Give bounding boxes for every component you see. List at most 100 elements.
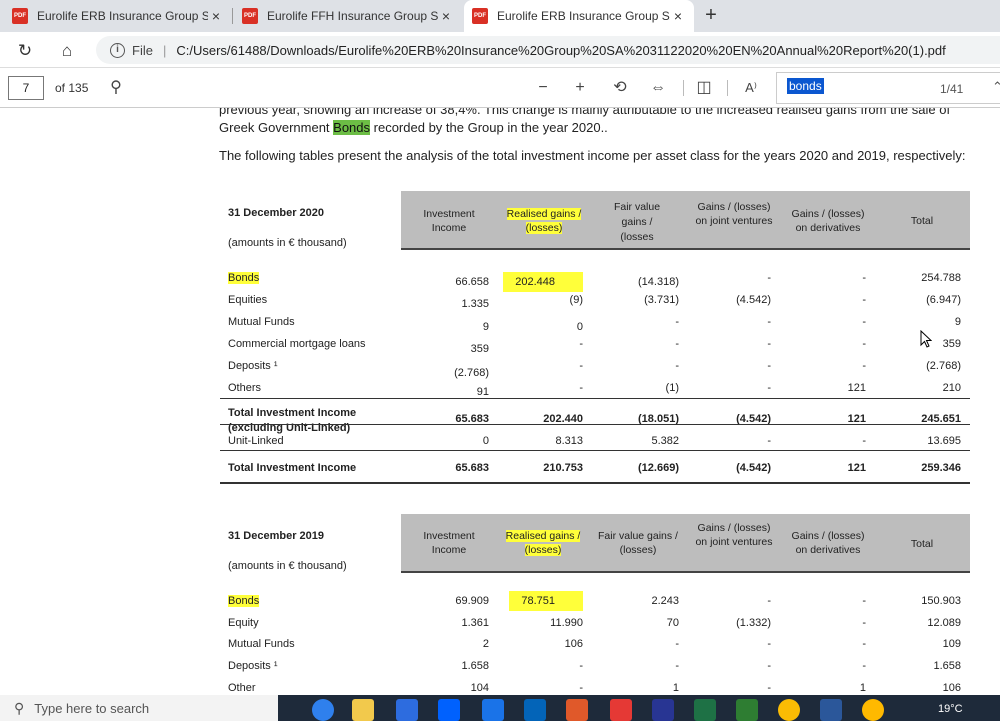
taskbar-search[interactable]: ⚲ Type here to search bbox=[0, 695, 278, 721]
table-cell: 1.658 bbox=[933, 660, 961, 672]
table-cell: (14.318) bbox=[638, 276, 679, 288]
table-cell: - bbox=[767, 382, 771, 394]
page-view-icon[interactable]: ◫ bbox=[694, 78, 714, 98]
table-cell: 69.909 bbox=[455, 595, 489, 607]
pdf-toolbar: 7 of 135 ⚲ − + ⟲ ⇔ ◫ A⁾ bonds 1/41 ⌃ bbox=[0, 68, 1000, 108]
table-cell: 106 bbox=[943, 682, 961, 694]
outlook-icon[interactable] bbox=[524, 699, 546, 721]
cell-value: 1 bbox=[859, 682, 866, 694]
cell-value: (2.768) bbox=[454, 367, 489, 379]
cell-value: - bbox=[862, 316, 866, 328]
table-cell: 2.243 bbox=[651, 595, 679, 607]
cell-value: 210.753 bbox=[543, 462, 583, 474]
weather-temperature[interactable]: 19°C bbox=[938, 703, 963, 715]
find-box[interactable]: bonds 1/41 ⌃ bbox=[776, 72, 1000, 104]
cell-value: (14.318) bbox=[638, 276, 679, 288]
close-icon[interactable]: × bbox=[208, 8, 224, 24]
table-cell: (4.542) bbox=[736, 294, 771, 306]
cell-value: 1.658 bbox=[461, 660, 489, 672]
header-fair-value: Fair value gains / (losses bbox=[613, 201, 661, 243]
search-highlight: Bonds bbox=[333, 120, 371, 135]
url-box[interactable]: i File | C:/Users/61488/Downloads/Euroli… bbox=[96, 36, 1000, 64]
cell-value: (9) bbox=[569, 294, 583, 306]
pdf-document[interactable]: previous year, showing an increase of 38… bbox=[0, 108, 1000, 695]
table-cell: 210.753 bbox=[543, 462, 583, 474]
rotate-icon[interactable]: ⟲ bbox=[610, 78, 630, 98]
app-icon[interactable] bbox=[736, 699, 758, 721]
tab-3-active[interactable]: PDF Eurolife ERB Insurance Group SA × bbox=[464, 0, 694, 32]
table-cell: - bbox=[675, 660, 679, 672]
tab-2[interactable]: PDF Eurolife FFH Insurance Group SA × bbox=[234, 0, 462, 32]
edge-icon[interactable] bbox=[312, 699, 334, 721]
tab-bar: PDF Eurolife ERB Insurance Group SA × PD… bbox=[0, 0, 1000, 32]
table-cell: - bbox=[862, 272, 866, 284]
chrome-icon[interactable] bbox=[778, 699, 800, 721]
find-count: 1/41 bbox=[940, 82, 964, 96]
row-label: Bonds bbox=[228, 595, 260, 607]
tab-1[interactable]: PDF Eurolife ERB Insurance Group SA × bbox=[4, 0, 233, 32]
reload-icon[interactable]: ↻ bbox=[14, 40, 36, 62]
header-fair-value: Fair value gains / (losses) bbox=[598, 530, 678, 556]
row-label-text: Deposits ¹ bbox=[228, 360, 278, 372]
header-total: Total bbox=[910, 538, 934, 550]
cell-value: - bbox=[579, 682, 583, 694]
cell-value: (6.947) bbox=[926, 294, 961, 306]
word-icon[interactable] bbox=[820, 699, 842, 721]
table-cell: - bbox=[675, 338, 679, 350]
table-rule bbox=[220, 398, 970, 399]
row-label-text: Total Investment Income (excluding Unit-… bbox=[228, 407, 357, 434]
cell-value: - bbox=[767, 595, 771, 607]
table-cell: - bbox=[862, 617, 866, 629]
cell-value: 11.990 bbox=[550, 617, 583, 629]
cell-value: (1.332) bbox=[736, 617, 771, 629]
page-number-input[interactable]: 7 bbox=[8, 76, 44, 100]
find-input[interactable]: bonds bbox=[787, 78, 824, 94]
cell-value: - bbox=[767, 272, 771, 284]
store-icon[interactable] bbox=[396, 699, 418, 721]
dropbox-icon[interactable] bbox=[438, 699, 460, 721]
table-cell: 1 bbox=[860, 682, 866, 694]
cell-value: - bbox=[862, 360, 866, 372]
new-tab-button[interactable]: + bbox=[700, 4, 722, 26]
table-cell: - bbox=[767, 338, 771, 350]
close-icon[interactable]: × bbox=[670, 8, 686, 24]
row-label-text: Unit-Linked bbox=[228, 435, 284, 447]
tab-title: Eurolife ERB Insurance Group SA bbox=[497, 9, 670, 23]
home-icon[interactable]: ⌂ bbox=[56, 40, 78, 62]
search-icon[interactable]: ⚲ bbox=[106, 78, 126, 98]
cell-value: 202.448 bbox=[503, 272, 583, 292]
table-rule bbox=[220, 424, 970, 425]
fit-width-icon[interactable]: ⇔ bbox=[648, 78, 668, 98]
cell-value: 12.089 bbox=[927, 617, 961, 629]
cell-value: - bbox=[675, 338, 679, 350]
table-cell: - bbox=[767, 360, 771, 372]
row-label-text: Deposits ¹ bbox=[228, 660, 278, 672]
info-icon[interactable]: i bbox=[110, 42, 125, 58]
chevron-up-icon[interactable]: ⌃ bbox=[992, 79, 1000, 95]
cut-line: previous year, showing an increase of 38… bbox=[219, 108, 951, 117]
mail-icon[interactable] bbox=[482, 699, 504, 721]
paragraph-line-1: Greek Government Bonds recorded by the G… bbox=[219, 120, 608, 135]
table-cell: 5.382 bbox=[651, 435, 679, 447]
cell-value: 0 bbox=[482, 435, 489, 447]
table-cell: (12.669) bbox=[638, 462, 679, 474]
url-text[interactable]: C:/Users/61488/Downloads/Eurolife%20ERB%… bbox=[176, 43, 945, 58]
table-cell: 1 bbox=[673, 682, 679, 694]
table-cell: (4.542) bbox=[736, 462, 771, 474]
excel-icon[interactable] bbox=[694, 699, 716, 721]
file-explorer-icon[interactable] bbox=[352, 699, 374, 721]
zoom-out-icon[interactable]: − bbox=[533, 78, 553, 98]
cell-value: 69.909 bbox=[455, 595, 489, 607]
table-cell: 78.751 bbox=[509, 591, 583, 611]
header-joint-ventures: Gains / (losses) on joint ventures bbox=[695, 201, 773, 227]
cell-value: 121 bbox=[847, 382, 866, 394]
table-cell: 202.448 bbox=[503, 272, 583, 292]
zoom-in-icon[interactable]: + bbox=[570, 78, 590, 98]
app-icon[interactable] bbox=[652, 699, 674, 721]
opera-icon[interactable] bbox=[610, 699, 632, 721]
firefox-icon[interactable] bbox=[566, 699, 588, 721]
help-icon[interactable] bbox=[862, 699, 884, 721]
close-icon[interactable]: × bbox=[438, 8, 454, 24]
pdf-icon: PDF bbox=[12, 8, 28, 24]
read-aloud-icon[interactable]: A⁾ bbox=[740, 78, 762, 98]
